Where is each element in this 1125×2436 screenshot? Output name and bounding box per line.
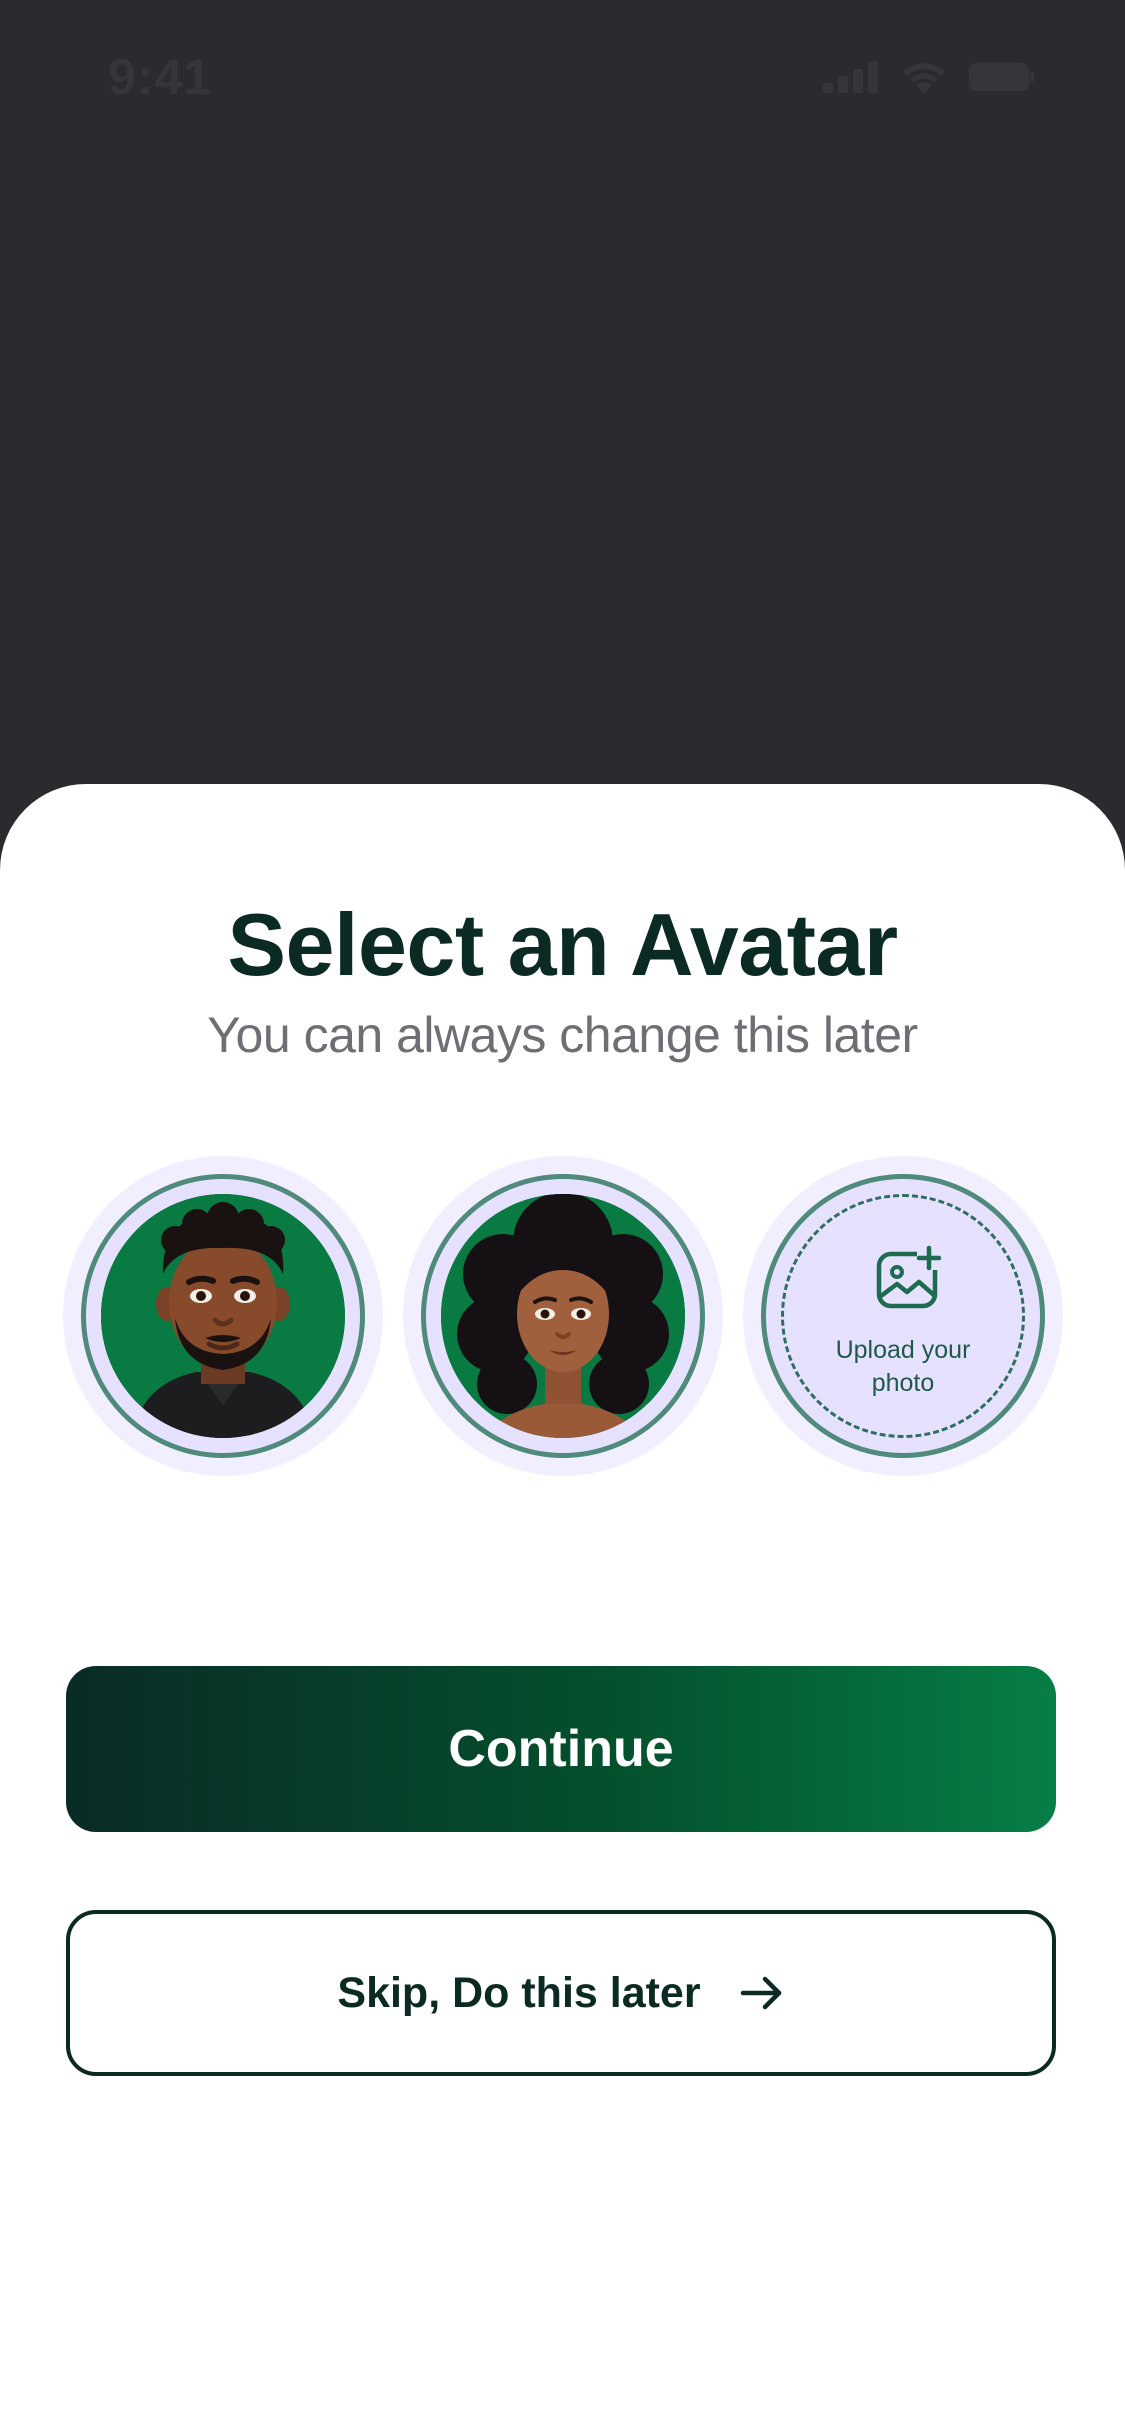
female-avatar-image xyxy=(441,1194,685,1438)
battery-icon xyxy=(969,63,1034,91)
sheet-title: Select an Avatar xyxy=(227,895,898,994)
upload-label: Upload your photo xyxy=(803,1334,1003,1400)
sheet-subtitle: You can always change this later xyxy=(207,1007,918,1063)
arrow-right-icon xyxy=(740,1976,781,2010)
upload-photo-option[interactable]: Upload your photo xyxy=(743,1156,1063,1476)
male-avatar-option[interactable] xyxy=(63,1156,383,1476)
upload-label-line1: Upload your xyxy=(835,1336,971,1364)
skip-button[interactable]: Skip, Do this later xyxy=(66,1910,1056,2076)
signal-icon xyxy=(823,61,878,93)
image-add-icon xyxy=(876,1245,943,1309)
status-bar: 9:41 xyxy=(0,0,1125,160)
upload-label-line2: photo xyxy=(871,1369,935,1397)
avatar-bottom-sheet: Select an Avatar You can always change t… xyxy=(0,784,1125,2436)
upload-dashed-border xyxy=(781,1194,1025,1438)
wifi-icon xyxy=(903,63,945,94)
skip-button-label: Skip, Do this later xyxy=(337,1968,701,2017)
male-avatar-image xyxy=(101,1194,345,1438)
female-avatar-option[interactable] xyxy=(403,1156,723,1476)
continue-button[interactable]: Continue xyxy=(66,1666,1056,1832)
status-icons xyxy=(823,60,1035,94)
status-time: 9:41 xyxy=(108,49,213,105)
